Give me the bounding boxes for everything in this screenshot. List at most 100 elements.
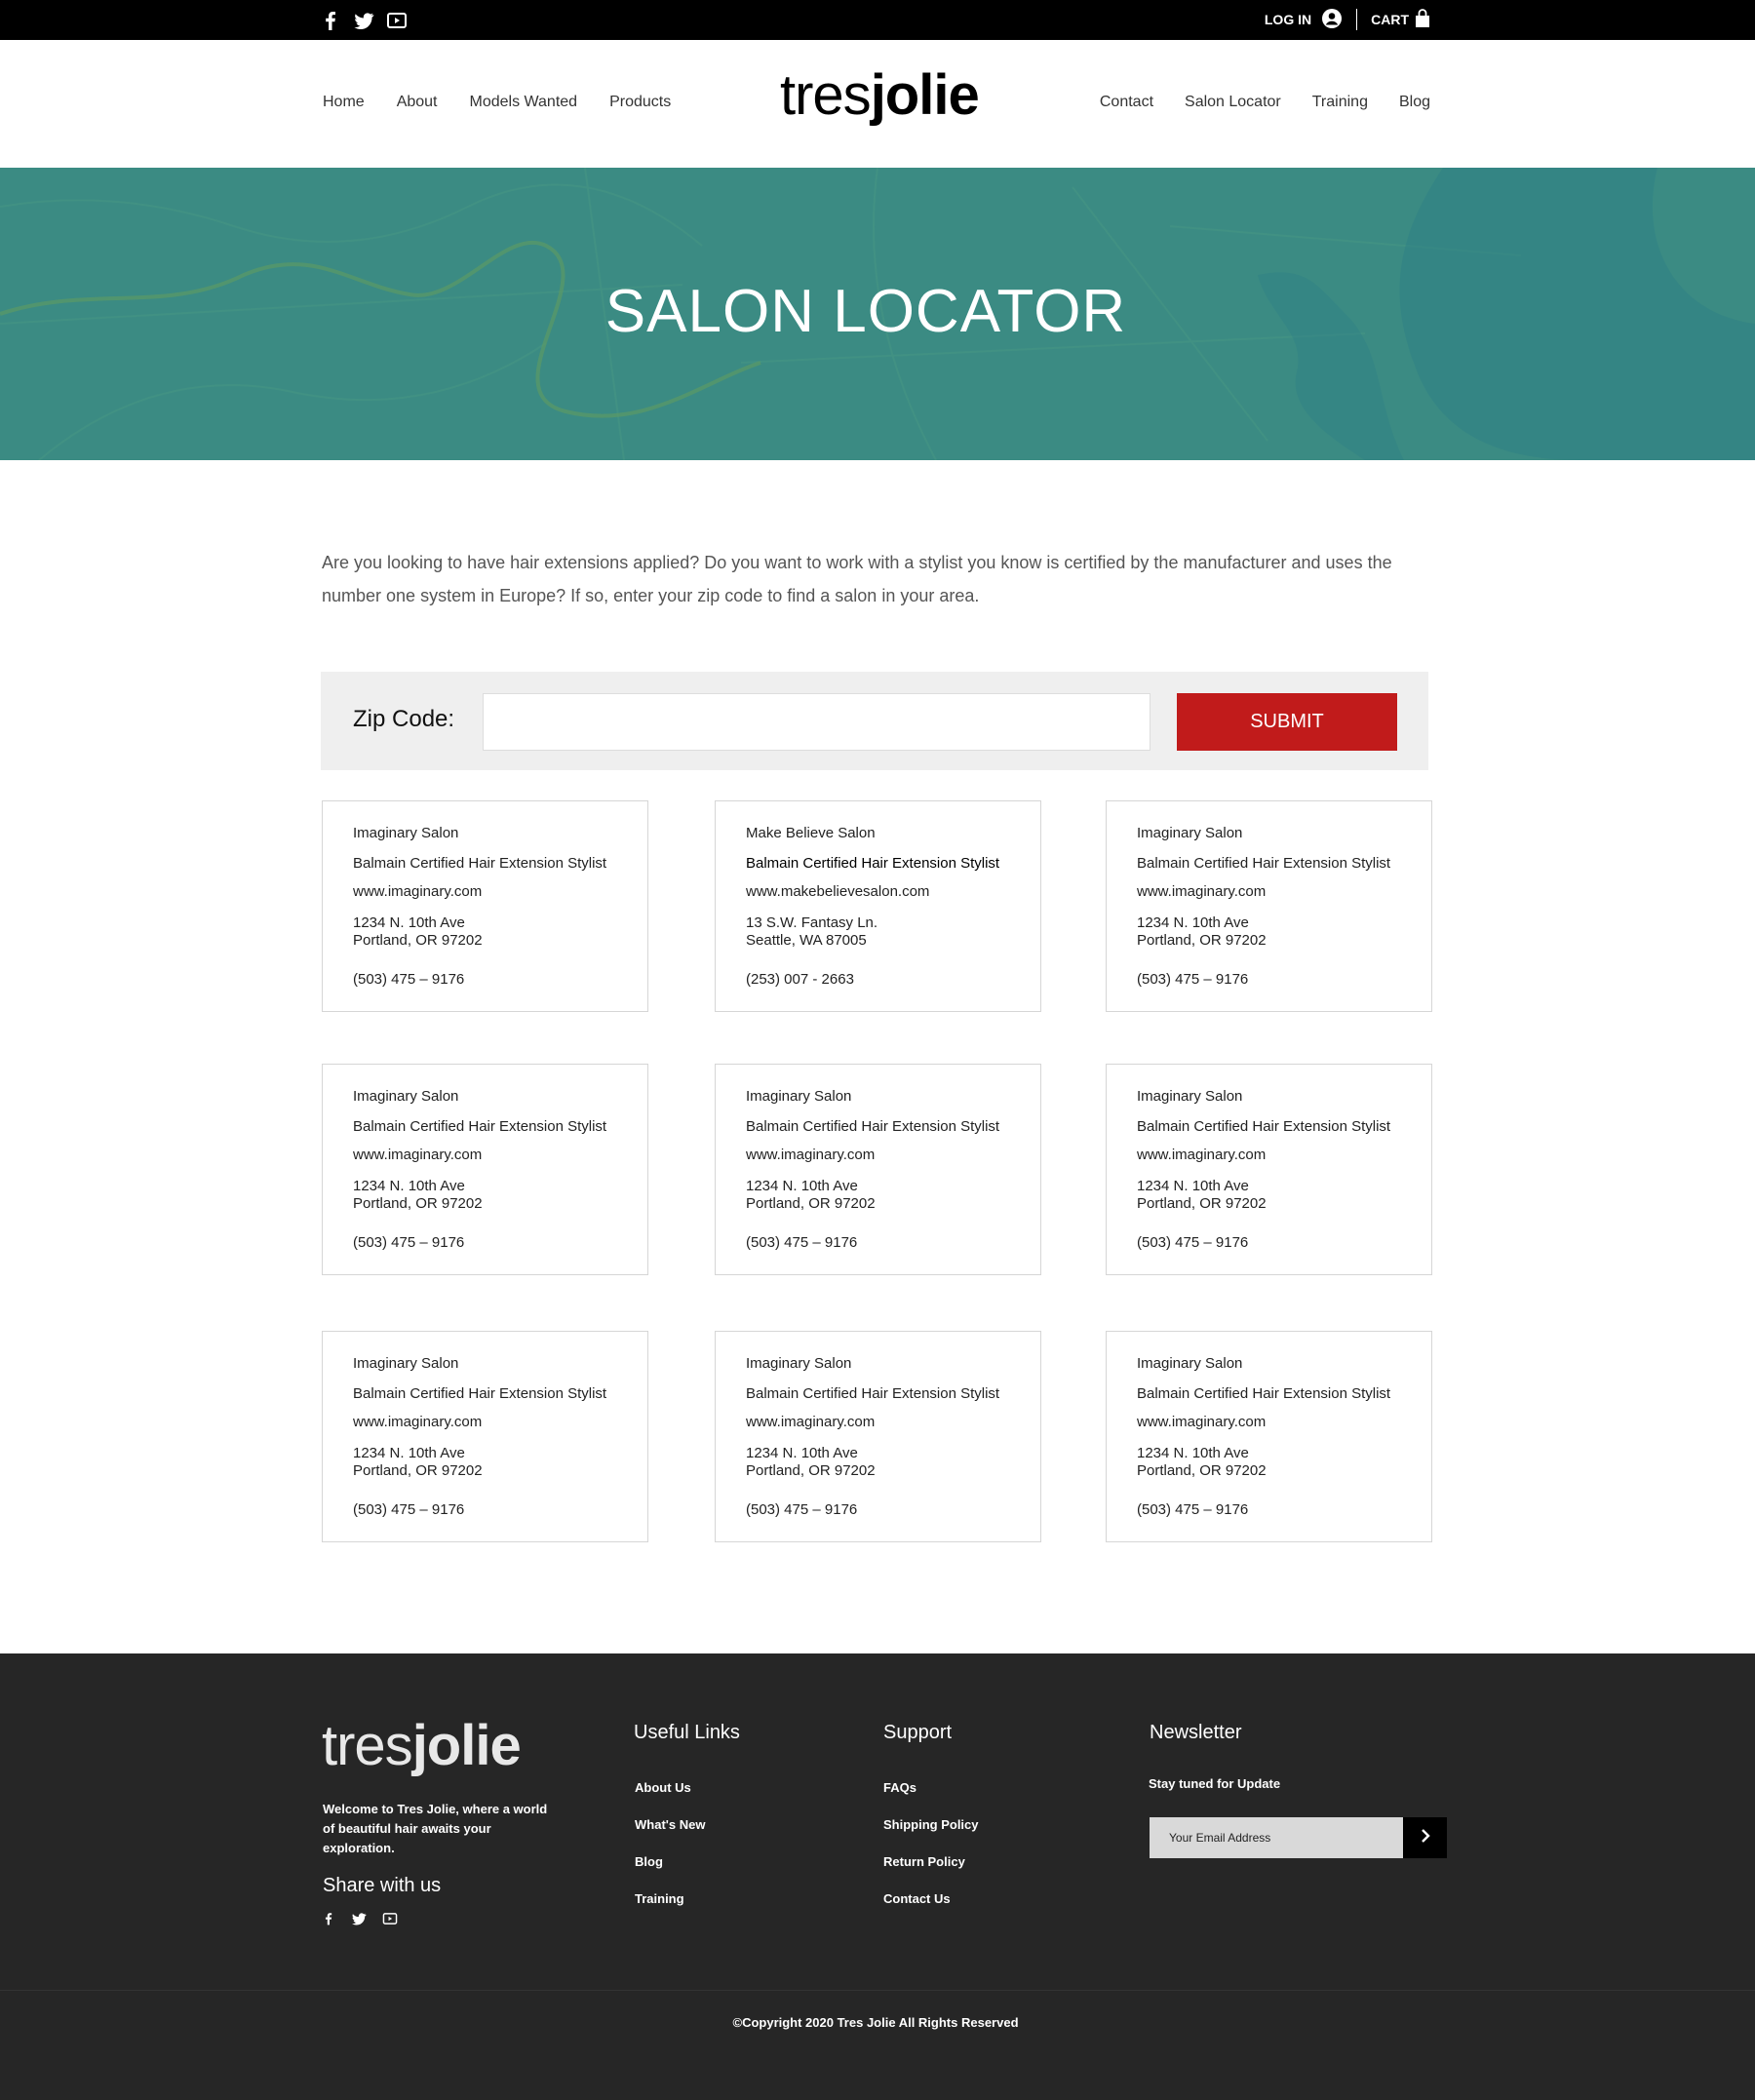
salon-card: Imaginary Salon Balmain Certified Hair E…: [322, 1331, 648, 1542]
footer-link-training[interactable]: Training: [635, 1891, 684, 1906]
salon-street: 1234 N. 10th Ave: [1137, 1178, 1249, 1194]
zip-search-form: Zip Code: SUBMIT: [321, 672, 1428, 770]
salon-phone: (503) 475 – 9176: [1137, 971, 1249, 988]
salon-website[interactable]: www.imaginary.com: [1137, 1147, 1266, 1163]
salon-phone: (503) 475 – 9176: [353, 971, 465, 988]
nav-models-wanted[interactable]: Models Wanted: [470, 94, 578, 111]
salon-city: Portland, OR 97202: [353, 932, 483, 949]
salon-phone: (503) 475 – 9176: [353, 1234, 465, 1251]
salon-website[interactable]: www.imaginary.com: [746, 1147, 875, 1163]
salon-name: Imaginary Salon: [746, 1355, 852, 1372]
salon-card: Make Believe Salon Balmain Certified Hai…: [715, 800, 1041, 1012]
salon-street: 1234 N. 10th Ave: [1137, 914, 1249, 931]
salon-certification: Balmain Certified Hair Extension Stylist: [746, 855, 1000, 872]
salon-website[interactable]: www.imaginary.com: [353, 1414, 482, 1430]
salon-certification: Balmain Certified Hair Extension Stylist: [353, 855, 607, 872]
nav-blog[interactable]: Blog: [1399, 94, 1430, 111]
salon-certification: Balmain Certified Hair Extension Stylist: [353, 1118, 607, 1135]
salon-phone: (503) 475 – 9176: [353, 1501, 465, 1518]
footer-link-faqs[interactable]: FAQs: [883, 1780, 916, 1795]
newsletter-submit-button[interactable]: [1403, 1817, 1447, 1858]
salon-website[interactable]: www.imaginary.com: [1137, 883, 1266, 900]
salon-city: Seattle, WA 87005: [746, 932, 867, 949]
twitter-icon[interactable]: [351, 1911, 367, 1931]
salon-street: 1234 N. 10th Ave: [746, 1178, 858, 1194]
footer-welcome-text: Welcome to Tres Jolie, where a world of …: [323, 1802, 548, 1855]
newsletter-email-input[interactable]: [1150, 1817, 1404, 1858]
user-icon: [1321, 8, 1343, 32]
salon-street: 13 S.W. Fantasy Ln.: [746, 914, 878, 931]
footer-logo[interactable]: tresjolie: [322, 1718, 522, 1774]
salon-website[interactable]: www.makebelievesalon.com: [746, 883, 929, 900]
logo-light-text: tres: [780, 63, 872, 127]
salon-certification: Balmain Certified Hair Extension Stylist: [1137, 855, 1391, 872]
youtube-icon[interactable]: [382, 1911, 398, 1931]
newsletter-title: Newsletter: [1150, 1722, 1242, 1743]
salon-name: Make Believe Salon: [746, 825, 876, 841]
salon-certification: Balmain Certified Hair Extension Stylist: [353, 1385, 607, 1402]
footer-social-links: [322, 1911, 398, 1931]
salon-card: Imaginary Salon Balmain Certified Hair E…: [322, 800, 648, 1012]
footer-logo-bold-text: jolie: [411, 1714, 522, 1777]
site-logo[interactable]: tresjolie: [780, 67, 980, 124]
salon-name: Imaginary Salon: [1137, 1355, 1243, 1372]
nav-products[interactable]: Products: [609, 94, 671, 111]
logo-bold-text: jolie: [870, 63, 980, 127]
salon-city: Portland, OR 97202: [353, 1462, 483, 1479]
salon-name: Imaginary Salon: [1137, 825, 1243, 841]
footer-link-whats-new[interactable]: What's New: [635, 1817, 705, 1832]
salon-website[interactable]: www.imaginary.com: [353, 1147, 482, 1163]
salon-name: Imaginary Salon: [746, 1088, 852, 1105]
hero-banner: SALON LOCATOR: [0, 168, 1755, 460]
salon-street: 1234 N. 10th Ave: [746, 1445, 858, 1461]
facebook-icon[interactable]: [320, 10, 341, 31]
footer-link-blog[interactable]: Blog: [635, 1854, 663, 1869]
page-title: SALON LOCATOR: [604, 278, 1127, 345]
twitter-icon[interactable]: [353, 10, 374, 31]
nav-about[interactable]: About: [397, 94, 438, 111]
top-social-links: [320, 10, 408, 31]
salon-certification: Balmain Certified Hair Extension Stylist: [1137, 1118, 1391, 1135]
nav-home[interactable]: Home: [323, 94, 365, 111]
shopping-bag-icon: [1415, 8, 1430, 31]
salon-card: Imaginary Salon Balmain Certified Hair E…: [1106, 1331, 1432, 1542]
salon-website[interactable]: www.imaginary.com: [746, 1414, 875, 1430]
chevron-right-icon: [1420, 1828, 1431, 1847]
nav-contact[interactable]: Contact: [1100, 94, 1153, 111]
salon-website[interactable]: www.imaginary.com: [1137, 1414, 1266, 1430]
facebook-icon[interactable]: [322, 1911, 335, 1931]
salon-name: Imaginary Salon: [353, 1355, 459, 1372]
copyright-text: ©Copyright 2020 Tres Jolie All Rights Re…: [732, 2015, 1019, 2030]
nav-salon-locator[interactable]: Salon Locator: [1185, 94, 1281, 111]
salon-website[interactable]: www.imaginary.com: [353, 883, 482, 900]
main-nav-left: Home About Models Wanted Products: [323, 94, 671, 111]
salon-city: Portland, OR 97202: [746, 1462, 876, 1479]
salon-name: Imaginary Salon: [353, 1088, 459, 1105]
share-title: Share with us: [323, 1875, 442, 1896]
intro-text: Are you looking to have hair extensions …: [322, 553, 1392, 605]
login-button[interactable]: LOG IN: [1265, 8, 1343, 32]
zip-code-label: Zip Code:: [353, 706, 455, 732]
salon-card: Imaginary Salon Balmain Certified Hair E…: [1106, 800, 1432, 1012]
salon-certification: Balmain Certified Hair Extension Stylist: [1137, 1385, 1391, 1402]
divider: [1356, 9, 1358, 30]
footer-link-contact-us[interactable]: Contact Us: [883, 1891, 951, 1906]
footer-link-return-policy[interactable]: Return Policy: [883, 1854, 965, 1869]
salon-phone: (503) 475 – 9176: [746, 1234, 858, 1251]
cart-button[interactable]: CART: [1371, 8, 1430, 31]
salon-city: Portland, OR 97202: [1137, 932, 1267, 949]
main-nav-right: Contact Salon Locator Training Blog: [1100, 94, 1430, 111]
salon-city: Portland, OR 97202: [353, 1195, 483, 1212]
salon-city: Portland, OR 97202: [746, 1195, 876, 1212]
footer-link-shipping-policy[interactable]: Shipping Policy: [883, 1817, 979, 1832]
footer-link-about-us[interactable]: About Us: [635, 1780, 691, 1795]
zip-code-input[interactable]: [483, 693, 1150, 751]
salon-phone: (503) 475 – 9176: [1137, 1501, 1249, 1518]
nav-training[interactable]: Training: [1312, 94, 1368, 111]
login-label: LOG IN: [1264, 12, 1312, 27]
salon-city: Portland, OR 97202: [1137, 1462, 1267, 1479]
submit-button[interactable]: SUBMIT: [1177, 693, 1397, 751]
youtube-icon[interactable]: [386, 10, 408, 31]
footer-logo-light-text: tres: [322, 1714, 413, 1777]
support-title: Support: [883, 1722, 953, 1743]
